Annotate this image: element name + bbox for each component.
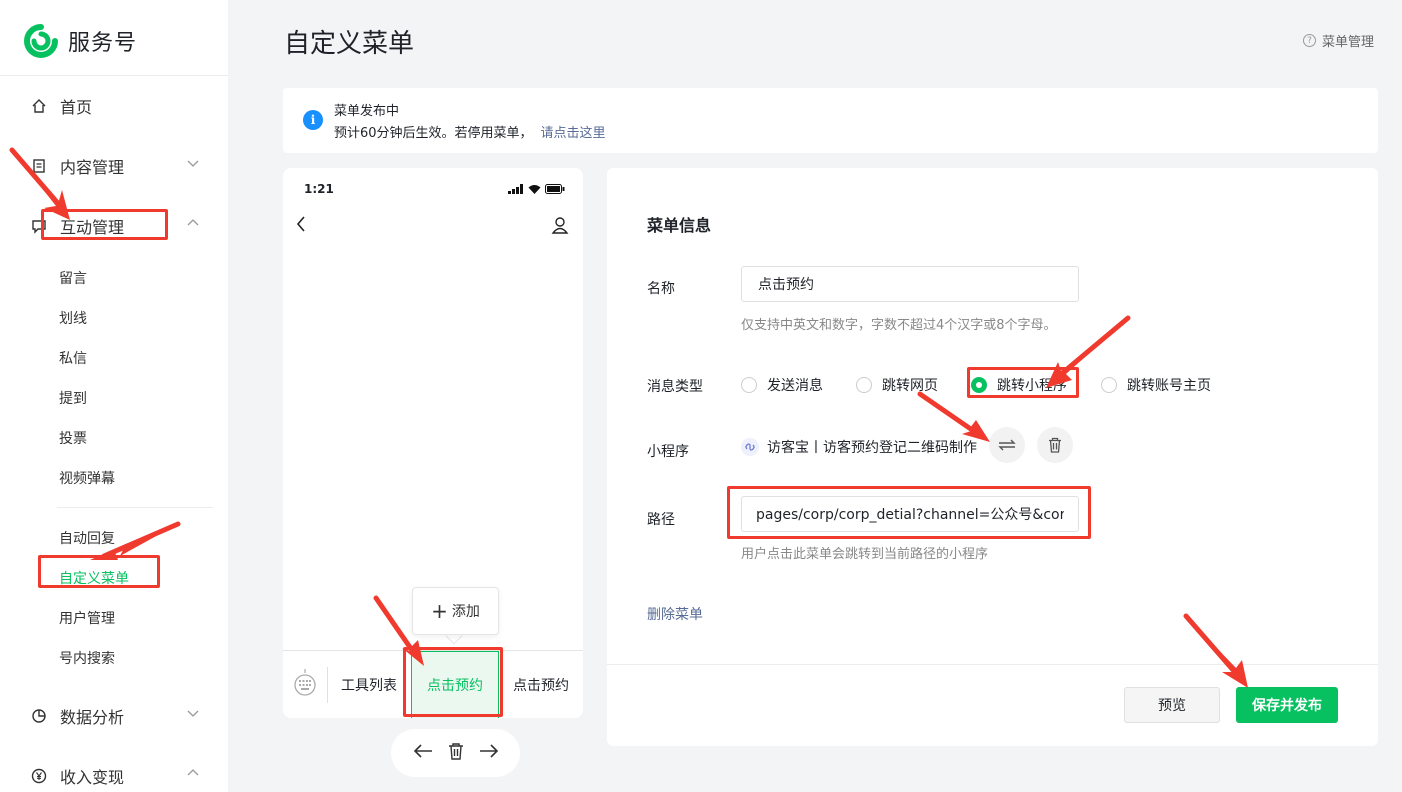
publish-notice: i 菜单发布中 预计60分钟后生效。若停用菜单， 请点击这里 bbox=[283, 88, 1378, 153]
sidebar-item-content[interactable]: 内容管理 bbox=[30, 154, 200, 178]
sidebar: 服务号 首页 内容管理 互动管理 留言 划线 私信 提到 投票 视频弹幕 自动回… bbox=[0, 0, 228, 792]
notice-title: 菜单发布中 bbox=[334, 104, 400, 119]
sidebar-item-label: 数据分析 bbox=[60, 708, 125, 727]
sidebar-sub-mentions[interactable]: 提到 bbox=[59, 388, 87, 408]
path-label: 路径 bbox=[647, 512, 675, 528]
help-icon: ? bbox=[1302, 34, 1316, 47]
move-right-icon[interactable] bbox=[479, 743, 499, 763]
sidebar-sub-auto-reply[interactable]: 自动回复 bbox=[59, 528, 115, 548]
chevron-down-icon bbox=[186, 155, 200, 174]
delete-menu-link[interactable]: 删除菜单 bbox=[647, 604, 703, 624]
sidebar-divider bbox=[0, 75, 228, 76]
phone-preview: 1:21 工具列表 点击预约 点击预约 bbox=[283, 168, 583, 718]
menu-info-panel: 菜单信息 名称 仅支持中英文和数字，字数不超过4个汉字或8个字母。 消息类型 发… bbox=[607, 168, 1378, 746]
notice-text: 预计60分钟后生效。若停用菜单， 请点击这里 bbox=[334, 122, 606, 141]
sidebar-item-home[interactable]: 首页 bbox=[30, 94, 200, 118]
annotation-box-miniprogram-option bbox=[967, 367, 1079, 398]
chevron-down-icon bbox=[186, 705, 200, 724]
user-icon[interactable] bbox=[551, 216, 569, 238]
menu-item-toolbar bbox=[391, 729, 520, 777]
trash-icon[interactable] bbox=[448, 742, 464, 764]
plus-icon: + bbox=[431, 599, 448, 623]
brand-name: 服务号 bbox=[68, 31, 138, 56]
radio-circle bbox=[741, 377, 757, 393]
sidebar-item-label: 内容管理 bbox=[60, 158, 125, 177]
sidebar-sub-votes[interactable]: 投票 bbox=[59, 428, 87, 448]
miniprogram-name: 访客宝丨访客预约登记二维码制作 bbox=[767, 440, 977, 456]
menu-management-help-link[interactable]: ? 菜单管理 bbox=[1302, 31, 1374, 50]
radio-circle bbox=[1101, 377, 1117, 393]
add-submenu-button[interactable]: + 添加 bbox=[412, 587, 499, 635]
sidebar-item-label: 首页 bbox=[60, 98, 93, 117]
annotation-box-interaction bbox=[41, 209, 168, 240]
delete-miniprogram-button[interactable] bbox=[1037, 427, 1073, 463]
save-publish-button[interactable]: 保存并发布 bbox=[1236, 687, 1338, 723]
radio-send-message[interactable]: 发送消息 bbox=[741, 375, 823, 395]
sidebar-item-monetization[interactable]: 收入变现 bbox=[30, 764, 200, 788]
battery-icon bbox=[545, 184, 565, 194]
miniprogram-icon bbox=[741, 438, 759, 456]
radio-label: 跳转网页 bbox=[882, 378, 938, 394]
menu-item-booking[interactable]: 点击预约 bbox=[499, 651, 583, 718]
panel-title: 菜单信息 bbox=[647, 216, 712, 235]
radio-label: 跳转账号主页 bbox=[1127, 378, 1211, 394]
annotation-box-menu-item bbox=[403, 647, 503, 717]
yen-icon bbox=[30, 767, 48, 785]
keyboard-icon[interactable] bbox=[294, 669, 316, 701]
page-title: 自定义菜单 bbox=[284, 29, 415, 59]
sidebar-item-label: 收入变现 bbox=[60, 768, 125, 787]
panel-divider bbox=[607, 664, 1378, 665]
name-hint: 仅支持中英文和数字，字数不超过4个汉字或8个字母。 bbox=[741, 318, 1057, 333]
sidebar-item-analytics[interactable]: 数据分析 bbox=[30, 704, 200, 728]
document-icon bbox=[30, 157, 48, 175]
chevron-up-icon bbox=[186, 215, 200, 234]
wifi-icon bbox=[528, 185, 541, 194]
sidebar-sub-messages[interactable]: 私信 bbox=[59, 348, 87, 368]
trash-icon bbox=[1049, 437, 1061, 453]
brand-logo[interactable]: 服务号 bbox=[24, 24, 137, 58]
sidebar-sub-search[interactable]: 号内搜索 bbox=[59, 648, 115, 668]
miniprogram-value: 访客宝丨访客预约登记二维码制作 bbox=[741, 437, 977, 457]
phone-time: 1:21 bbox=[304, 182, 334, 196]
menu-name-input[interactable] bbox=[741, 266, 1079, 302]
radio-jump-account-home[interactable]: 跳转账号主页 bbox=[1101, 375, 1211, 395]
move-left-icon[interactable] bbox=[413, 743, 433, 763]
sidebar-sub-divider bbox=[57, 507, 213, 508]
sidebar-sub-comments[interactable]: 留言 bbox=[59, 268, 87, 288]
annotation-box-path bbox=[727, 486, 1091, 539]
pie-chart-icon bbox=[30, 707, 48, 725]
swap-icon bbox=[998, 439, 1016, 451]
add-submenu-label: 添加 bbox=[451, 604, 480, 620]
help-link-label: 菜单管理 bbox=[1321, 35, 1374, 50]
radio-label: 发送消息 bbox=[767, 378, 823, 394]
radio-circle bbox=[856, 377, 872, 393]
radio-jump-webpage[interactable]: 跳转网页 bbox=[856, 375, 938, 395]
disable-menu-link[interactable]: 请点击这里 bbox=[541, 126, 606, 141]
switch-miniprogram-button[interactable] bbox=[989, 427, 1025, 463]
sidebar-sub-underline[interactable]: 划线 bbox=[59, 308, 87, 328]
miniprogram-label: 小程序 bbox=[647, 444, 689, 460]
preview-button[interactable]: 预览 bbox=[1124, 687, 1220, 723]
back-icon[interactable] bbox=[296, 216, 306, 236]
menu-item-tools[interactable]: 工具列表 bbox=[327, 651, 411, 718]
annotation-box-custom-menu bbox=[38, 555, 160, 588]
logo-icon bbox=[24, 24, 58, 58]
info-icon: i bbox=[303, 110, 323, 130]
phone-status-bar bbox=[508, 184, 565, 194]
sidebar-sub-user-management[interactable]: 用户管理 bbox=[59, 608, 115, 628]
chevron-up-icon bbox=[186, 765, 200, 784]
home-icon bbox=[30, 97, 48, 115]
notice-body: 预计60分钟后生效。若停用菜单， bbox=[334, 126, 533, 141]
name-label: 名称 bbox=[647, 281, 675, 297]
path-hint: 用户点击此菜单会跳转到当前路径的小程序 bbox=[741, 547, 989, 562]
message-type-label: 消息类型 bbox=[647, 379, 703, 395]
signal-icon bbox=[508, 184, 523, 194]
sidebar-sub-danmaku[interactable]: 视频弹幕 bbox=[59, 468, 115, 488]
